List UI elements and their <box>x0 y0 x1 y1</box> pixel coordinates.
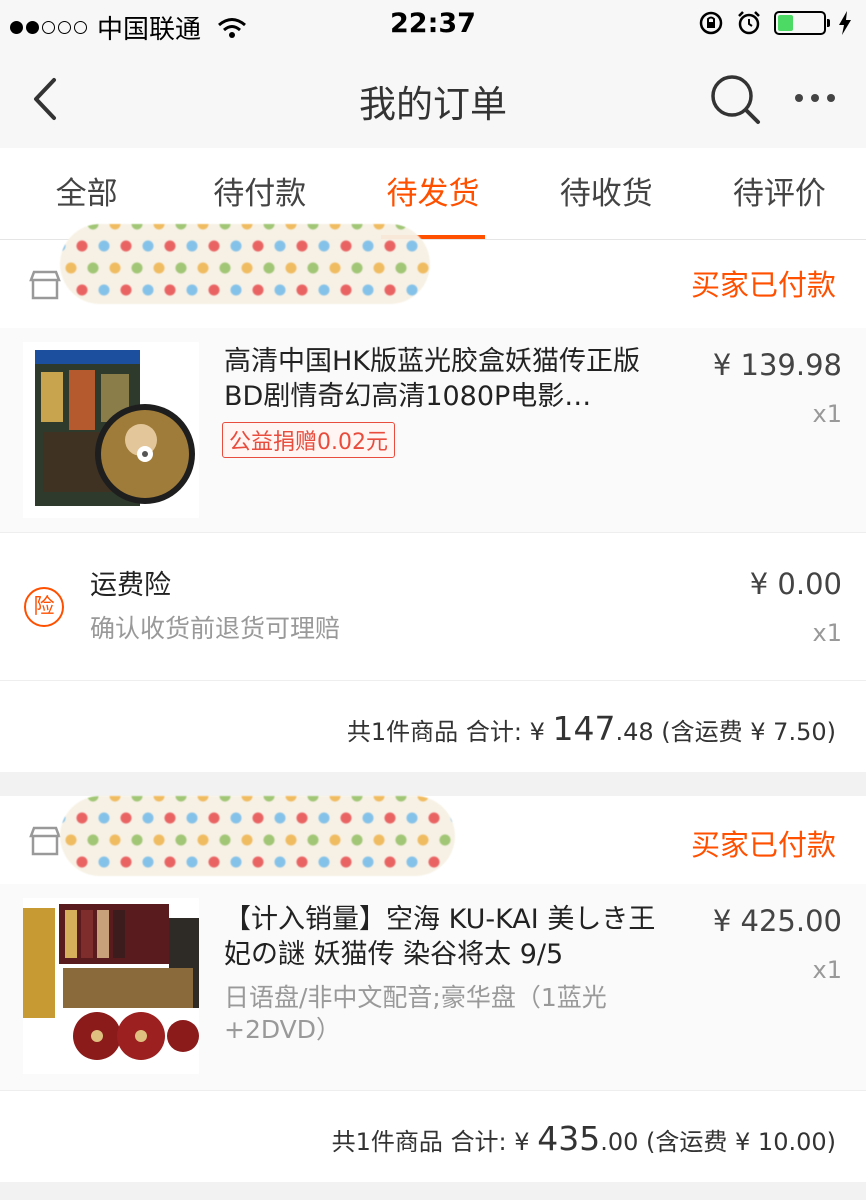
total-label: 合计: <box>450 1128 507 1156</box>
order-total: 共1件商品 合计: ¥ 435.00 (含运费 ¥ 10.00) <box>0 1090 866 1182</box>
alarm-icon <box>738 11 760 35</box>
currency: ¥ <box>529 718 545 746</box>
section-divider <box>0 1182 866 1200</box>
insurance-icon: 险 <box>24 587 64 627</box>
order-status: 买家已付款 <box>690 268 836 302</box>
charity-badge: 公益捐赠0.02元 <box>222 422 395 458</box>
product-thumbnail <box>23 898 199 1074</box>
shop-name-redacted <box>60 796 455 876</box>
rotation-lock-icon <box>699 11 723 35</box>
section-divider <box>0 772 866 796</box>
insurance-title: 运费险 <box>90 570 171 601</box>
product-qty: x1 <box>812 956 842 984</box>
status-bar: 中国联通 22:37 <box>0 0 866 50</box>
insurance-subtitle: 确认收货前退货可理赔 <box>90 614 341 643</box>
currency: ¥ <box>514 1128 530 1156</box>
tab-pending-receipt[interactable]: 待收货 <box>520 148 693 239</box>
shipping-fee: (含运费 ¥ 7.50) <box>661 718 836 746</box>
product-title[interactable]: 高清中国HK版蓝光胶盒妖猫传正版BD剧情奇幻高清1080P电影… <box>224 344 664 414</box>
order-status: 买家已付款 <box>690 828 836 862</box>
search-icon[interactable] <box>710 74 762 126</box>
charging-icon <box>839 11 851 35</box>
shop-header[interactable]: 买家已付款 <box>0 796 866 884</box>
total-amount-int: 435 <box>537 1119 601 1158</box>
insurance-qty: x1 <box>812 619 842 647</box>
product-sku: 日语盘/非中文配音;豪华盘（1蓝光+2DVD） <box>224 983 607 1044</box>
total-label: 合计: <box>465 718 522 746</box>
total-amount-dec: .48 <box>615 718 654 746</box>
shop-icon <box>29 826 61 856</box>
product-price: ¥ 139.98 <box>712 348 842 382</box>
insurance-price: ¥ 0.00 <box>749 567 842 601</box>
tab-pending-review[interactable]: 待评价 <box>693 148 866 239</box>
product-thumbnail <box>23 342 199 518</box>
total-amount-int: 147 <box>552 709 616 748</box>
product-qty: x1 <box>812 400 842 428</box>
shipping-fee: (含运费 ¥ 10.00) <box>646 1128 836 1156</box>
order-total-text: 共1件商品 合计: ¥ 435.00 (含运费 ¥ 10.00) <box>332 1119 836 1158</box>
item-count: 共1件商品 <box>346 718 459 746</box>
status-icons <box>698 10 852 36</box>
product-title[interactable]: 【计入销量】空海 KU-KAI 美しき王妃の謎 妖猫传 染谷将太 9/5 <box>224 902 664 972</box>
shop-icon <box>29 270 61 300</box>
battery-icon <box>774 11 830 35</box>
product-price: ¥ 425.00 <box>712 904 842 938</box>
item-count: 共1件商品 <box>331 1128 443 1156</box>
shipping-insurance-row: 险 运费险 确认收货前退货可理赔 ¥ 0.00 x1 <box>0 532 866 680</box>
more-icon[interactable] <box>795 94 835 102</box>
shop-header[interactable]: 买家已付款 <box>0 224 866 328</box>
nav-bar: 我的订单 <box>0 50 866 148</box>
shop-name-redacted <box>60 224 430 304</box>
order-total-text: 共1件商品 合计: ¥ 147.48 (含运费 ¥ 7.50) <box>347 709 836 748</box>
order-total: 共1件商品 合计: ¥ 147.48 (含运费 ¥ 7.50) <box>0 680 866 772</box>
order-item[interactable]: 【计入销量】空海 KU-KAI 美しき王妃の謎 妖猫传 染谷将太 9/5 日语盘… <box>0 884 866 1090</box>
order-item[interactable]: 高清中国HK版蓝光胶盒妖猫传正版BD剧情奇幻高清1080P电影… 公益捐赠0.0… <box>0 328 866 532</box>
total-amount-dec: .00 <box>600 1128 639 1156</box>
